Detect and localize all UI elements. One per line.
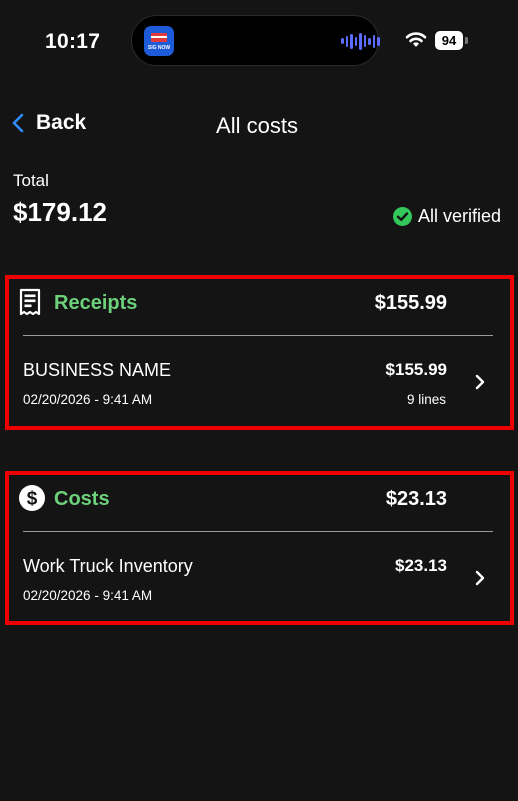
svg-text:$: $ [27, 489, 38, 510]
receipt-date: 02/20/2026 - 9:41 AM [23, 392, 153, 407]
verified-label: All verified [417, 206, 501, 226]
receipt-row[interactable]: BUSINESS NAME 02/20/2026 - 9:41 AM $155.… [9, 336, 510, 426]
receipts-section: Receipts $155.99 BUSINESS NAME 02/20/202… [5, 275, 514, 430]
receipt-line-count: 9 lines [406, 392, 446, 407]
receipt-icon [19, 288, 41, 316]
dynamic-island: SIG NOW [131, 15, 380, 66]
cost-name: Work Truck Inventory [23, 556, 193, 576]
app-icon-text: SIG NOW [147, 45, 171, 51]
page-title: All costs [0, 113, 518, 139]
page-title-text: All costs [216, 113, 298, 138]
receipts-title: Receipts [54, 292, 138, 314]
cost-date: 02/20/2026 - 9:41 AM [23, 588, 153, 603]
status-time: 10:17 [45, 30, 101, 53]
audio-wave-icon [341, 32, 380, 50]
total-value: $179.12 [13, 197, 107, 227]
total-label: Total [13, 171, 49, 190]
chevron-right-icon [475, 570, 485, 586]
battery-tip [465, 37, 468, 44]
wifi-icon [405, 32, 427, 47]
receipts-amount: $155.99 [374, 292, 447, 314]
receipts-header: Receipts $155.99 [9, 279, 510, 329]
check-circle-icon [392, 207, 412, 226]
costs-section: $ Costs $23.13 Work Truck Inventory 02/2… [5, 471, 514, 625]
all-costs-screen: 10:17 SIG NOW 94 Back All costs Total $1… [0, 0, 518, 801]
costs-header: $ Costs $23.13 [9, 475, 510, 525]
verified-status: All verified [392, 206, 501, 227]
costs-title: Costs [54, 488, 110, 510]
business-name: BUSINESS NAME [23, 360, 172, 380]
live-activity-app-icon[interactable]: SIG NOW [144, 26, 174, 56]
battery-indicator: 94 [435, 31, 463, 50]
flag-icon [151, 33, 167, 42]
costs-amount: $23.13 [385, 488, 447, 510]
cost-amount: $23.13 [395, 556, 447, 575]
dollar-circle-icon: $ [19, 485, 45, 511]
chevron-right-icon [475, 374, 485, 390]
cost-row[interactable]: Work Truck Inventory 02/20/2026 - 9:41 A… [9, 532, 510, 622]
receipt-amount: $155.99 [385, 360, 447, 379]
